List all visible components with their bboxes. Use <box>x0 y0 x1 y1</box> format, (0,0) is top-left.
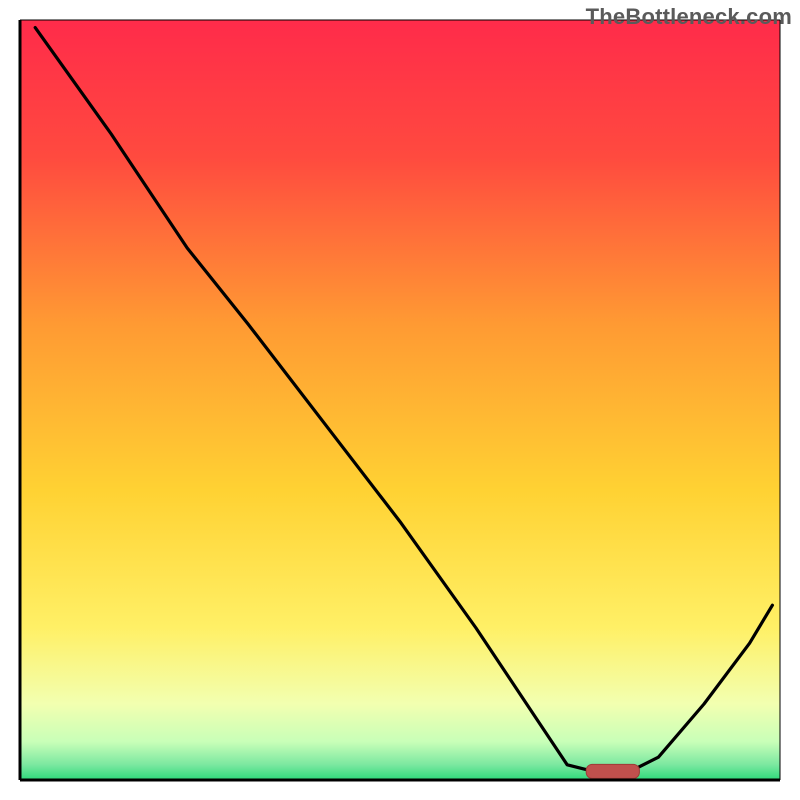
plot-area <box>20 20 780 780</box>
watermark-text: TheBottleneck.com <box>586 4 792 30</box>
bottleneck-chart: TheBottleneck.com <box>0 0 800 800</box>
optimal-marker <box>586 764 639 778</box>
gradient-background <box>20 20 780 780</box>
chart-svg <box>0 0 800 800</box>
